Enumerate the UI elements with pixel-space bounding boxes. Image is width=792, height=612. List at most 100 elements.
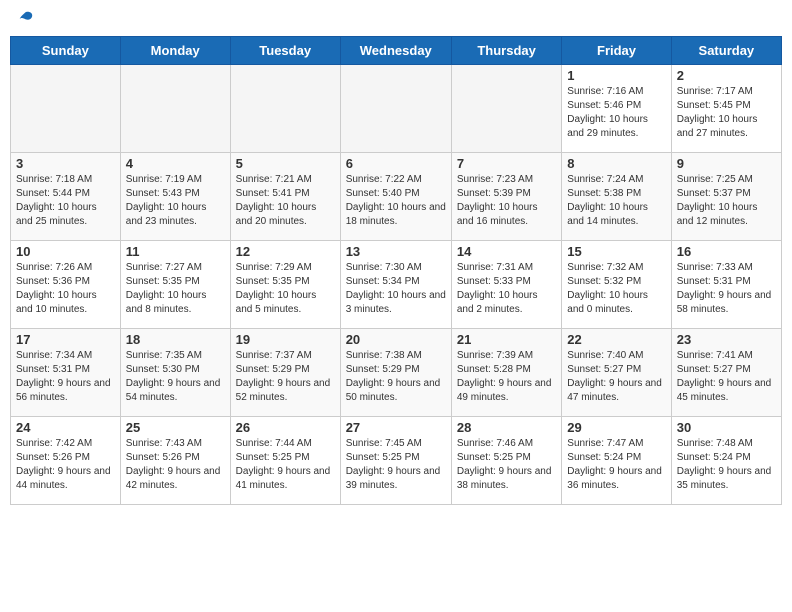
day-number: 11 xyxy=(126,244,225,259)
calendar-cell: 13Sunrise: 7:30 AM Sunset: 5:34 PM Dayli… xyxy=(340,241,451,329)
calendar-table: SundayMondayTuesdayWednesdayThursdayFrid… xyxy=(10,36,782,505)
day-info: Sunrise: 7:26 AM Sunset: 5:36 PM Dayligh… xyxy=(16,261,115,317)
calendar-header-row: SundayMondayTuesdayWednesdayThursdayFrid… xyxy=(11,37,782,65)
calendar-day-header: Thursday xyxy=(451,37,561,65)
day-info: Sunrise: 7:16 AM Sunset: 5:46 PM Dayligh… xyxy=(567,85,665,141)
calendar-cell: 27 Sunrise: 7:45 AM Sunset: 5:25 PM Dayli… xyxy=(340,417,451,505)
calendar-cell: 18Sunrise: 7:35 AM Sunset: 5:30 PM Dayli… xyxy=(120,329,230,417)
day-number: 4 xyxy=(126,156,225,171)
calendar-week-row: 24 Sunrise: 7:42 AM Sunset: 5:26 PM Dayli… xyxy=(11,417,782,505)
day-number: 27 xyxy=(346,420,446,435)
day-info: Sunrise: 7:46 AM Sunset: 5:25 PM Dayligh… xyxy=(457,437,556,493)
calendar-cell: 17 Sunrise: 7:34 AM Sunset: 5:31 PM Dayli… xyxy=(11,329,121,417)
calendar-cell: 23Sunrise: 7:41 AM Sunset: 5:27 PM Dayli… xyxy=(671,329,781,417)
day-number: 13 xyxy=(346,244,446,259)
day-info: Sunrise: 7:40 AM Sunset: 5:27 PM Dayligh… xyxy=(567,349,665,405)
calendar-cell: 1Sunrise: 7:16 AM Sunset: 5:46 PM Daylig… xyxy=(562,65,671,153)
calendar-cell: 19 Sunrise: 7:37 AM Sunset: 5:29 PM Dayli… xyxy=(230,329,340,417)
calendar-cell xyxy=(11,65,121,153)
day-info: Sunrise: 7:33 AM Sunset: 5:31 PM Dayligh… xyxy=(677,261,776,317)
day-info: Sunrise: 7:45 AM Sunset: 5:25 PM Dayligh… xyxy=(346,437,446,493)
day-number: 21 xyxy=(457,332,556,347)
calendar-week-row: 1Sunrise: 7:16 AM Sunset: 5:46 PM Daylig… xyxy=(11,65,782,153)
day-info: Sunrise: 7:39 AM Sunset: 5:28 PM Dayligh… xyxy=(457,349,556,405)
calendar-cell: 26 Sunrise: 7:44 AM Sunset: 5:25 PM Dayli… xyxy=(230,417,340,505)
day-number: 28 xyxy=(457,420,556,435)
calendar-cell: 24 Sunrise: 7:42 AM Sunset: 5:26 PM Dayli… xyxy=(11,417,121,505)
day-number: 29 xyxy=(567,420,665,435)
calendar-cell: 5 Sunrise: 7:21 AM Sunset: 5:41 PM Daylig… xyxy=(230,153,340,241)
day-info: Sunrise: 7:38 AM Sunset: 5:29 PM Dayligh… xyxy=(346,349,446,405)
calendar-week-row: 3 Sunrise: 7:18 AM Sunset: 5:44 PM Daylig… xyxy=(11,153,782,241)
calendar-cell: 21 Sunrise: 7:39 AM Sunset: 5:28 PM Dayli… xyxy=(451,329,561,417)
day-number: 26 xyxy=(236,420,335,435)
day-number: 6 xyxy=(346,156,446,171)
day-info: Sunrise: 7:42 AM Sunset: 5:26 PM Dayligh… xyxy=(16,437,115,493)
calendar-week-row: 17 Sunrise: 7:34 AM Sunset: 5:31 PM Dayli… xyxy=(11,329,782,417)
calendar-day-header: Friday xyxy=(562,37,671,65)
day-number: 5 xyxy=(236,156,335,171)
calendar-cell: 28 Sunrise: 7:46 AM Sunset: 5:25 PM Dayli… xyxy=(451,417,561,505)
day-number: 18 xyxy=(126,332,225,347)
calendar-cell: 2Sunrise: 7:17 AM Sunset: 5:45 PM Daylig… xyxy=(671,65,781,153)
day-number: 8 xyxy=(567,156,665,171)
calendar-week-row: 10Sunrise: 7:26 AM Sunset: 5:36 PM Dayli… xyxy=(11,241,782,329)
day-number: 25 xyxy=(126,420,225,435)
page-header xyxy=(10,10,782,28)
day-info: Sunrise: 7:34 AM Sunset: 5:31 PM Dayligh… xyxy=(16,349,115,405)
calendar-cell: 22Sunrise: 7:40 AM Sunset: 5:27 PM Dayli… xyxy=(562,329,671,417)
day-info: Sunrise: 7:22 AM Sunset: 5:40 PM Dayligh… xyxy=(346,173,446,229)
day-info: Sunrise: 7:18 AM Sunset: 5:44 PM Dayligh… xyxy=(16,173,115,229)
calendar-cell: 20 Sunrise: 7:38 AM Sunset: 5:29 PM Dayli… xyxy=(340,329,451,417)
calendar-cell: 6 Sunrise: 7:22 AM Sunset: 5:40 PM Daylig… xyxy=(340,153,451,241)
day-number: 17 xyxy=(16,332,115,347)
day-info: Sunrise: 7:43 AM Sunset: 5:26 PM Dayligh… xyxy=(126,437,225,493)
day-info: Sunrise: 7:24 AM Sunset: 5:38 PM Dayligh… xyxy=(567,173,665,229)
day-info: Sunrise: 7:25 AM Sunset: 5:37 PM Dayligh… xyxy=(677,173,776,229)
calendar-cell xyxy=(120,65,230,153)
calendar-cell: 8 Sunrise: 7:24 AM Sunset: 5:38 PM Daylig… xyxy=(562,153,671,241)
calendar-day-header: Tuesday xyxy=(230,37,340,65)
day-number: 30 xyxy=(677,420,776,435)
calendar-cell: 29 Sunrise: 7:47 AM Sunset: 5:24 PM Dayli… xyxy=(562,417,671,505)
calendar-cell xyxy=(451,65,561,153)
day-info: Sunrise: 7:29 AM Sunset: 5:35 PM Dayligh… xyxy=(236,261,335,317)
day-number: 16 xyxy=(677,244,776,259)
day-info: Sunrise: 7:47 AM Sunset: 5:24 PM Dayligh… xyxy=(567,437,665,493)
day-info: Sunrise: 7:27 AM Sunset: 5:35 PM Dayligh… xyxy=(126,261,225,317)
calendar-cell: 10Sunrise: 7:26 AM Sunset: 5:36 PM Dayli… xyxy=(11,241,121,329)
day-info: Sunrise: 7:37 AM Sunset: 5:29 PM Dayligh… xyxy=(236,349,335,405)
calendar-day-header: Wednesday xyxy=(340,37,451,65)
day-number: 3 xyxy=(16,156,115,171)
calendar-cell: 16 Sunrise: 7:33 AM Sunset: 5:31 PM Dayli… xyxy=(671,241,781,329)
calendar-cell: 14 Sunrise: 7:31 AM Sunset: 5:33 PM Dayli… xyxy=(451,241,561,329)
day-info: Sunrise: 7:48 AM Sunset: 5:24 PM Dayligh… xyxy=(677,437,776,493)
day-info: Sunrise: 7:31 AM Sunset: 5:33 PM Dayligh… xyxy=(457,261,556,317)
calendar-cell: 4 Sunrise: 7:19 AM Sunset: 5:43 PM Daylig… xyxy=(120,153,230,241)
day-number: 20 xyxy=(346,332,446,347)
calendar-cell xyxy=(230,65,340,153)
day-number: 12 xyxy=(236,244,335,259)
day-info: Sunrise: 7:17 AM Sunset: 5:45 PM Dayligh… xyxy=(677,85,776,141)
calendar-day-header: Saturday xyxy=(671,37,781,65)
calendar-cell: 12 Sunrise: 7:29 AM Sunset: 5:35 PM Dayli… xyxy=(230,241,340,329)
day-info: Sunrise: 7:19 AM Sunset: 5:43 PM Dayligh… xyxy=(126,173,225,229)
day-info: Sunrise: 7:23 AM Sunset: 5:39 PM Dayligh… xyxy=(457,173,556,229)
calendar-cell: 11 Sunrise: 7:27 AM Sunset: 5:35 PM Dayli… xyxy=(120,241,230,329)
calendar-cell: 3 Sunrise: 7:18 AM Sunset: 5:44 PM Daylig… xyxy=(11,153,121,241)
day-number: 14 xyxy=(457,244,556,259)
calendar-cell: 15Sunrise: 7:32 AM Sunset: 5:32 PM Dayli… xyxy=(562,241,671,329)
day-info: Sunrise: 7:21 AM Sunset: 5:41 PM Dayligh… xyxy=(236,173,335,229)
logo-bird-icon xyxy=(16,10,34,28)
day-number: 19 xyxy=(236,332,335,347)
day-info: Sunrise: 7:44 AM Sunset: 5:25 PM Dayligh… xyxy=(236,437,335,493)
logo xyxy=(14,10,34,28)
day-number: 24 xyxy=(16,420,115,435)
day-number: 9 xyxy=(677,156,776,171)
calendar-day-header: Monday xyxy=(120,37,230,65)
calendar-cell: 7Sunrise: 7:23 AM Sunset: 5:39 PM Daylig… xyxy=(451,153,561,241)
calendar-day-header: Sunday xyxy=(11,37,121,65)
calendar-cell: 30 Sunrise: 7:48 AM Sunset: 5:24 PM Dayli… xyxy=(671,417,781,505)
day-info: Sunrise: 7:41 AM Sunset: 5:27 PM Dayligh… xyxy=(677,349,776,405)
calendar-cell: 9 Sunrise: 7:25 AM Sunset: 5:37 PM Daylig… xyxy=(671,153,781,241)
